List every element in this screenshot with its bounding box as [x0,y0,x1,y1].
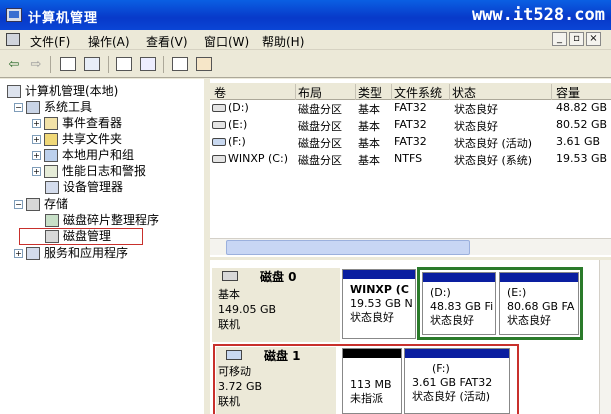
storage-icon [26,198,40,211]
forward-arrow-icon[interactable]: ⇨ [26,55,46,74]
defrag-icon [45,214,59,227]
tree-item-services-apps[interactable]: + 服务和应用程序 [14,245,128,261]
tree-item-shared-folders[interactable]: + 共享文件夹 [32,131,122,147]
close-button[interactable]: × [586,32,601,46]
tree-item-device-manager[interactable]: 设备管理器 [45,179,123,195]
column-filesystem[interactable]: 文件系统 [394,84,450,100]
partition-c[interactable]: WINXP (C 19.53 GB N 状态良好 [342,269,416,339]
expand-icon[interactable]: + [32,119,41,128]
menu-file[interactable]: 文件(F) [30,33,70,50]
toolbar: ⇦ ⇨ [0,51,611,78]
tree-item-root[interactable]: 计算机管理(本地) [7,83,118,99]
column-volume[interactable]: 卷 [214,84,296,100]
watermark: www.it528.com [471,5,605,25]
collapse-icon[interactable]: − [14,103,23,112]
table-row[interactable]: (F:) 磁盘分区 基本 FAT32 状态良好 (活动) 3.61 GB [210,134,611,150]
drive-icon [212,155,226,163]
volume-list-header: 卷 布局 类型 文件系统 状态 容量 [210,83,611,100]
minimize-button[interactable]: _ [552,32,567,46]
export-list-icon[interactable] [194,55,214,74]
scrollbar-thumb[interactable] [226,240,470,255]
partition-d[interactable]: (D:) 48.83 GB Fi 状态良好 [422,272,496,335]
disk-icon [222,271,238,281]
table-row[interactable]: (D:) 磁盘分区 基本 FAT32 状态良好 48.82 GB [210,100,611,116]
performance-icon [44,165,58,178]
device-manager-icon [45,181,59,194]
refresh-icon[interactable] [170,55,190,74]
expand-icon[interactable]: + [32,151,41,160]
menu-help[interactable]: 帮助(H) [262,33,304,50]
back-arrow-icon[interactable]: ⇦ [4,55,24,74]
partition-unallocated[interactable]: 113 MB 未指派 [342,348,402,414]
properties-icon[interactable] [114,55,134,74]
services-icon [26,247,40,260]
table-row[interactable]: WINXP (C:) 磁盘分区 基本 NTFS 状态良好 (系统) 19.53 … [210,151,611,167]
table-row[interactable]: (E:) 磁盘分区 基本 FAT32 状态良好 80.52 GB [210,117,611,133]
show-tree-icon[interactable] [82,55,102,74]
event-viewer-icon [44,117,58,130]
drive-icon [212,104,226,112]
shared-folder-icon [44,133,58,146]
users-icon [44,149,58,162]
restore-button[interactable]: ▫ [569,32,584,46]
removable-drive-icon [212,138,226,146]
menu-view[interactable]: 查看(V) [146,33,188,50]
console-tree: 计算机管理(本地) − 系统工具 + 事件查看器 + 共享文件夹 + 本地用户和组 + 性… [0,79,207,414]
tree-item-system-tools[interactable]: − 系统工具 [14,99,92,115]
computer-management-icon [6,8,22,22]
system-tools-icon [26,101,40,114]
disk-management-highlight [19,228,143,245]
title-bar: 计算机管理 www.it528.com [0,0,611,30]
disk-graphical-view: 磁盘 0 基本 149.05 GB 联机 WINXP (C 19.53 GB N状… [210,260,611,414]
volume-list: 卷 布局 类型 文件系统 状态 容量 (D:) 磁盘分区 基本 FAT32 状态… [210,79,611,257]
tree-item-local-users[interactable]: + 本地用户和组 [32,147,134,163]
tree-item-storage[interactable]: − 存储 [14,196,68,212]
column-status[interactable]: 状态 [452,84,552,100]
partition-e[interactable]: (E:) 80.68 GB FA 状态良好 [499,272,579,335]
computer-icon [7,85,21,98]
menu-window[interactable]: 窗口(W) [204,33,249,50]
removable-disk-icon [226,350,242,360]
horizontal-scrollbar[interactable] [210,238,611,255]
drive-icon [212,121,226,129]
tree-item-perf-logs[interactable]: + 性能日志和警报 [32,163,146,179]
help-icon[interactable] [138,55,158,74]
collapse-icon[interactable]: − [14,200,23,209]
console-icon[interactable] [6,33,20,46]
tree-item-event-viewer[interactable]: + 事件查看器 [32,115,122,131]
vertical-scrollbar[interactable] [599,260,611,414]
tree-item-defrag[interactable]: 磁盘碎片整理程序 [45,212,159,228]
expand-icon[interactable]: + [32,135,41,144]
expand-icon[interactable]: + [14,249,23,258]
menu-action[interactable]: 操作(A) [88,33,130,50]
column-layout[interactable]: 布局 [298,84,356,100]
partition-f[interactable]: (F:) 3.61 GB FAT32 状态良好 (活动) [404,348,510,414]
disk-1-label[interactable]: 磁盘 1 可移动 3.72 GB 联机 [216,347,336,414]
up-folder-icon[interactable] [58,55,78,74]
disk-0-label[interactable]: 磁盘 0 基本 149.05 GB 联机 [212,268,340,342]
column-type[interactable]: 类型 [358,84,392,100]
expand-icon[interactable]: + [32,167,41,176]
window-title: 计算机管理 [28,11,99,26]
menu-bar: 文件(F) 操作(A) 查看(V) 窗口(W) 帮助(H) _ ▫ × [0,30,611,50]
column-capacity[interactable]: 容量 [556,84,611,100]
